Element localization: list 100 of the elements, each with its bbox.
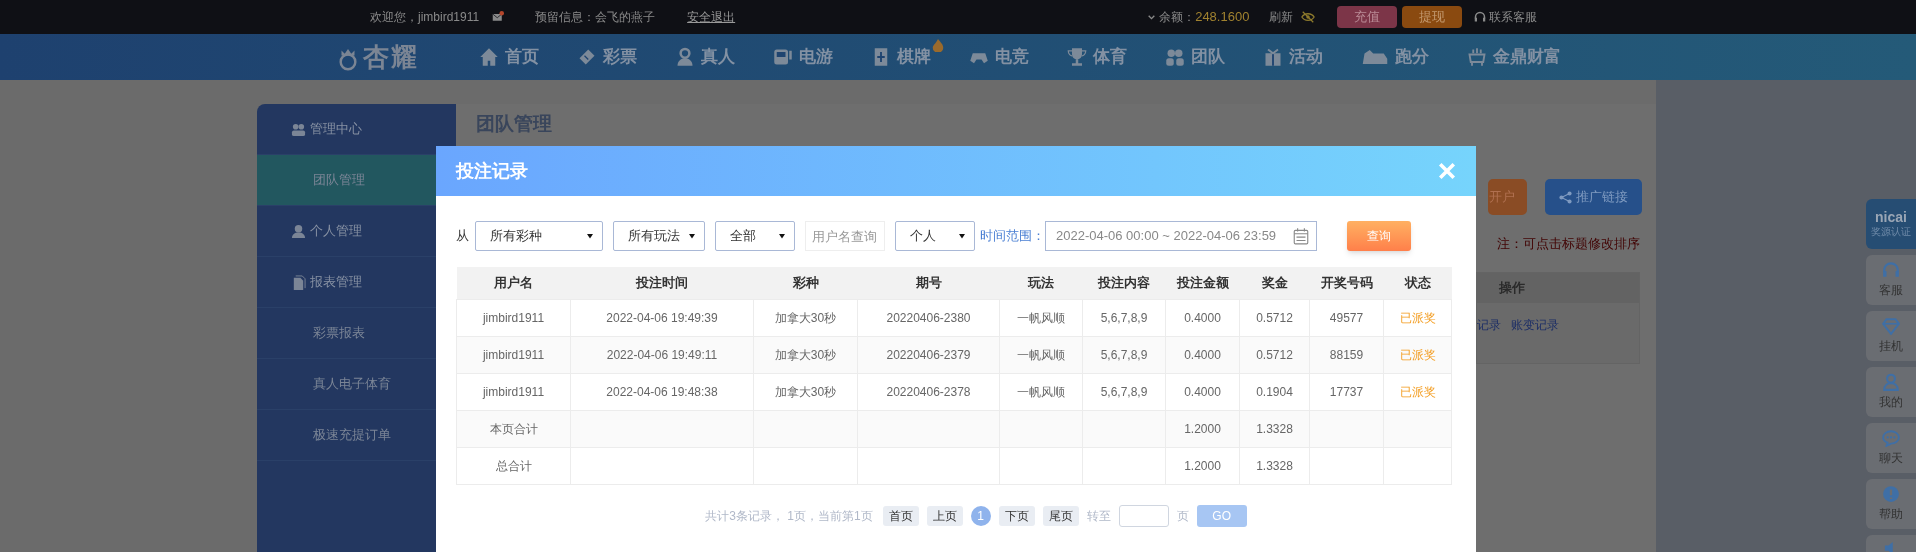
page-button[interactable]: 首页 [882,505,919,526]
time-range-label: 时间范围： [980,227,1045,246]
page-button[interactable]: 下页 [998,505,1035,526]
column-header[interactable]: 期号 [857,267,1000,299]
column-header[interactable]: 状态 [1383,267,1452,299]
table-header: 操作 [1477,273,1639,303]
dock-button[interactable]: 帮助 [1866,479,1916,529]
page-button[interactable]: 尾页 [1042,505,1079,526]
table-cell: 20220406-2378 [857,373,1000,410]
cauldron-icon [1467,47,1487,67]
caret-down-icon [586,232,594,240]
nav-item[interactable]: 体育 [1067,44,1127,70]
nav-item[interactable]: 活动 [1263,44,1323,70]
person-icon [291,223,306,239]
page-number[interactable]: 1 [970,505,991,526]
date-range-field[interactable]: 2022-04-06 00:00 ~ 2022-04-06 23:59 [1045,221,1317,251]
table-cell: 2022-04-06 19:48:38 [570,373,754,410]
dock-button[interactable]: 挂机 [1866,311,1916,361]
table-cell: 88159 [1309,336,1384,373]
dropdown[interactable]: 个人 [895,221,975,251]
page-field[interactable] [1118,504,1169,527]
table-cell: 0.4000 [1165,336,1240,373]
pagination-summary: 共计3条记录， 1页，当前第1页 [705,507,873,525]
table-cell: 0.1904 [1239,373,1310,410]
gift-icon [1263,47,1283,67]
table-cell: 一帆风顺 [999,373,1083,410]
dropdown[interactable]: 所有玩法 [613,221,705,251]
nav-item[interactable]: 彩票 [577,44,637,70]
table-cell: 5,6,7,8,9 [1082,299,1166,336]
share-link-button[interactable]: 推广链接 [1545,179,1642,215]
record-link[interactable]: 账变记录 [1511,316,1559,334]
table-cell: 1.3328 [1239,447,1310,484]
column-header[interactable]: 奖金 [1239,267,1310,299]
column-header[interactable]: 投注金额 [1165,267,1240,299]
table-cell: 0.5712 [1239,336,1310,373]
nav-item[interactable]: 金鼎财富 [1467,44,1561,70]
withdraw-button[interactable]: 提现 [1402,6,1463,28]
logout-link[interactable]: 安全退出 [687,8,736,26]
chat-icon [1882,429,1900,447]
diamond-icon [1882,317,1900,335]
table-cell: 20220406-2380 [857,299,1000,336]
column-header[interactable]: 投注内容 [1082,267,1166,299]
table-cell: 5,6,7,8,9 [1082,373,1166,410]
nav-item[interactable]: 电游 [773,44,833,70]
goto-label: 转至 [1086,507,1111,525]
table-cell: 已派奖 [1383,299,1452,336]
person-icon [675,47,695,67]
query-button[interactable]: 查询 [1347,221,1411,251]
username-field[interactable]: 用户名查询 [805,221,885,251]
info-icon [1882,485,1900,503]
column-header[interactable]: 投注时间 [570,267,754,299]
nav-item[interactable]: 棋牌 [871,44,931,70]
table-cell: 5,6,7,8,9 [1082,336,1166,373]
badge-label: 奖源认证 [1871,225,1911,239]
badge-logo: nicai [1875,209,1907,225]
table-cell: 一帆风顺 [999,336,1083,373]
dock-button[interactable]: 客服 [1866,255,1916,305]
go-button[interactable]: GO [1196,504,1247,527]
column-header[interactable]: 用户名 [456,267,571,299]
nav-item[interactable]: 首页 [479,44,539,70]
support-link[interactable]: 联系客服 [1489,8,1538,26]
dropdown[interactable]: 全部 [715,221,795,251]
column-header[interactable]: 彩种 [753,267,858,299]
table-cell: 一帆风顺 [999,299,1083,336]
table-cell: 已派奖 [1383,336,1452,373]
table-cell: 0.4000 [1165,373,1240,410]
home-icon [479,47,499,67]
close-icon[interactable] [1438,162,1456,180]
nav-item[interactable]: 团队 [1165,44,1225,70]
table-cell: jimbird1911 [456,299,571,336]
table-cell: 加拿大30秒 [753,299,858,336]
table-cell: jimbird1911 [456,336,571,373]
group-icon [1165,47,1185,67]
table-cell: 1.2000 [1165,410,1240,447]
nav-item[interactable]: 跑分 [1361,44,1429,70]
table-cell: 0.4000 [1165,299,1240,336]
page-button[interactable]: 上页 [926,505,963,526]
dropdown[interactable]: 所有彩种 [475,221,603,251]
table-cell: 17737 [1309,373,1384,410]
caret-down-icon [778,232,786,240]
page-suffix: 页 [1176,507,1189,525]
eye-slash-icon [1301,10,1316,24]
ticket-icon [577,47,597,67]
table-cell: 0.5712 [1239,299,1310,336]
refresh-link[interactable]: 刷新 [1269,8,1294,26]
column-header[interactable]: 玩法 [999,267,1083,299]
table-cell: 总合计 [456,447,571,484]
site-logo[interactable]: 杏耀 [363,37,419,77]
record-link[interactable]: 记录 [1477,316,1501,334]
table-cell: 加拿大30秒 [753,373,858,410]
table-cell: 2022-04-06 19:49:39 [570,299,754,336]
table-cell: 1.3328 [1239,410,1310,447]
modal-title: 投注记录 [456,159,528,183]
nav-item[interactable]: 电竞 [969,44,1029,70]
share-icon [1559,190,1572,204]
column-header[interactable]: 开奖号码 [1309,267,1384,299]
deposit-button[interactable]: 充值 [1337,6,1398,28]
certification-badge[interactable]: nicai 奖源认证 [1866,199,1916,249]
nav-item[interactable]: 真人 [675,44,735,70]
dock-button[interactable]: 我的 [1866,367,1916,417]
